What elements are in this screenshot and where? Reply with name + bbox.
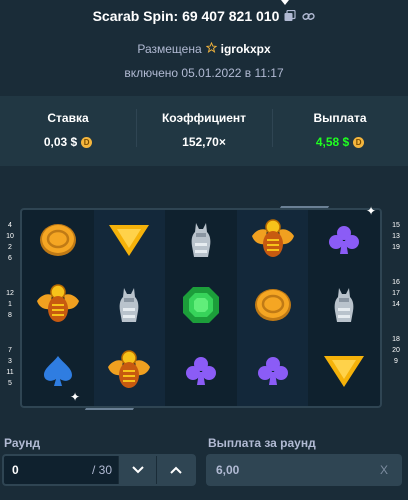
payline-number: 1: [8, 301, 12, 308]
bet-value-row: 0,03 $ D: [43, 135, 93, 149]
payline-number: 3: [8, 358, 12, 365]
payline-number: 16: [392, 279, 400, 286]
emerald-symbol-icon: [181, 285, 221, 330]
sparkle-icon: ✦: [366, 204, 377, 218]
currency-coin-icon: D: [353, 136, 365, 148]
payline-number: 5: [8, 380, 12, 387]
coin-symbol-icon: [37, 221, 79, 264]
slot-reels-area: 4 10 2 6 12 1 8 7 3 11 5 15 13 19 16 17 …: [0, 200, 408, 416]
payline-number: 19: [392, 244, 400, 251]
coin-symbol-icon: [252, 286, 294, 329]
reel-cell: [22, 341, 94, 406]
round-total: / 30: [91, 463, 112, 477]
club-symbol-icon: [327, 223, 361, 262]
payout-value-row: 4,58 $ D: [315, 135, 365, 149]
round-input[interactable]: 0 / 30: [2, 454, 196, 486]
bet-stats-panel: Ставка 0,03 $ D Коэффициент 152,70× Выпл…: [0, 96, 408, 166]
reel-cell: [308, 341, 380, 406]
multiplier-stat: Коэффициент 152,70×: [136, 109, 272, 151]
bet-stat: Ставка 0,03 $ D: [0, 111, 136, 151]
cat-symbol-icon: [331, 286, 357, 329]
round-value[interactable]: 0: [4, 463, 92, 477]
payline-number: 12: [6, 290, 14, 297]
round-payout-value: 6,00: [216, 463, 240, 477]
sparkle-icon: ✦: [70, 390, 81, 404]
reel-cell: [236, 275, 309, 341]
payline-number: 11: [6, 369, 14, 376]
reel-cell: [308, 275, 380, 340]
payline-number: 6: [8, 255, 12, 262]
payout-value: 4,58 $: [315, 135, 350, 149]
multiplier-label: Коэффициент: [161, 111, 247, 125]
payline-number: 10: [6, 233, 14, 240]
spade-symbol-icon: [42, 354, 74, 393]
club-symbol-icon: [184, 354, 218, 393]
link-icon[interactable]: [301, 9, 315, 23]
copy-icon[interactable]: [283, 9, 297, 23]
triangle-symbol-icon: [322, 353, 366, 394]
bet-label: Ставка: [47, 111, 89, 125]
reel-cell: [93, 275, 166, 341]
reel-cell: [236, 340, 309, 406]
tooltip-caret-icon: [281, 0, 289, 5]
chevron-down-icon: [131, 466, 144, 474]
star-icon: [205, 41, 217, 56]
round-label: Раунд: [4, 436, 41, 450]
paylines-right: 15 13 19 16 17 14 18 20 9: [388, 220, 404, 367]
payline-number: 4: [8, 222, 12, 229]
round-down-button[interactable]: [118, 456, 156, 484]
reel-cell: [165, 341, 237, 406]
reel-cell: [22, 210, 94, 275]
enabled-date: включено 05.01.2022 в 11:17: [124, 66, 284, 80]
cat-symbol-icon: [116, 286, 142, 329]
reel-cell: [308, 210, 380, 275]
slot-grid: [20, 208, 382, 408]
scarab-symbol-icon: [106, 349, 152, 398]
cat-symbol-icon: [188, 221, 214, 264]
bet-title: Scarab Spin: 69 407 821 010: [92, 8, 280, 24]
multiplier-value: 152,70×: [182, 135, 226, 149]
chevron-up-icon: [169, 466, 182, 474]
reel-cell: [22, 275, 94, 340]
scarab-symbol-icon: [250, 218, 296, 267]
payline-number: 13: [392, 233, 400, 240]
payline-number: 17: [392, 290, 400, 297]
payline-number: 20: [392, 347, 400, 354]
triangle-symbol-icon: [107, 222, 151, 263]
payline-number: 14: [392, 301, 400, 308]
club-symbol-icon: [256, 354, 290, 393]
payline-number: 2: [8, 244, 12, 251]
payline-number: 7: [8, 347, 12, 354]
placed-by-row: Размещена igrokxpx: [0, 41, 408, 56]
placed-label: Размещена: [137, 42, 202, 56]
username-link[interactable]: igrokxpx: [221, 42, 271, 56]
reel-cell: [93, 340, 166, 406]
payline-number: 18: [392, 336, 400, 343]
payline-number: 8: [8, 312, 12, 319]
bet-header: Scarab Spin: 69 407 821 010: [0, 0, 408, 32]
reel-cell: [236, 210, 309, 276]
currency-coin-icon: D: [81, 136, 93, 148]
round-payout-field: 6,00 X: [206, 454, 402, 486]
reel-cell: [93, 210, 166, 276]
reel-cell: [165, 275, 237, 340]
bet-value: 0,03 $: [43, 135, 78, 149]
clear-icon: X: [379, 463, 388, 477]
round-payout-label: Выплата за раунд: [208, 436, 316, 450]
reel-cell: [165, 210, 237, 275]
round-up-button[interactable]: [156, 456, 194, 484]
payout-stat: Выплата 4,58 $ D: [272, 109, 408, 151]
payline-number: 9: [394, 358, 398, 365]
scarab-symbol-icon: [35, 283, 81, 332]
payline-number: 15: [392, 222, 400, 229]
paylines-left: 4 10 2 6 12 1 8 7 3 11 5: [2, 220, 18, 389]
payout-label: Выплата: [313, 111, 367, 125]
